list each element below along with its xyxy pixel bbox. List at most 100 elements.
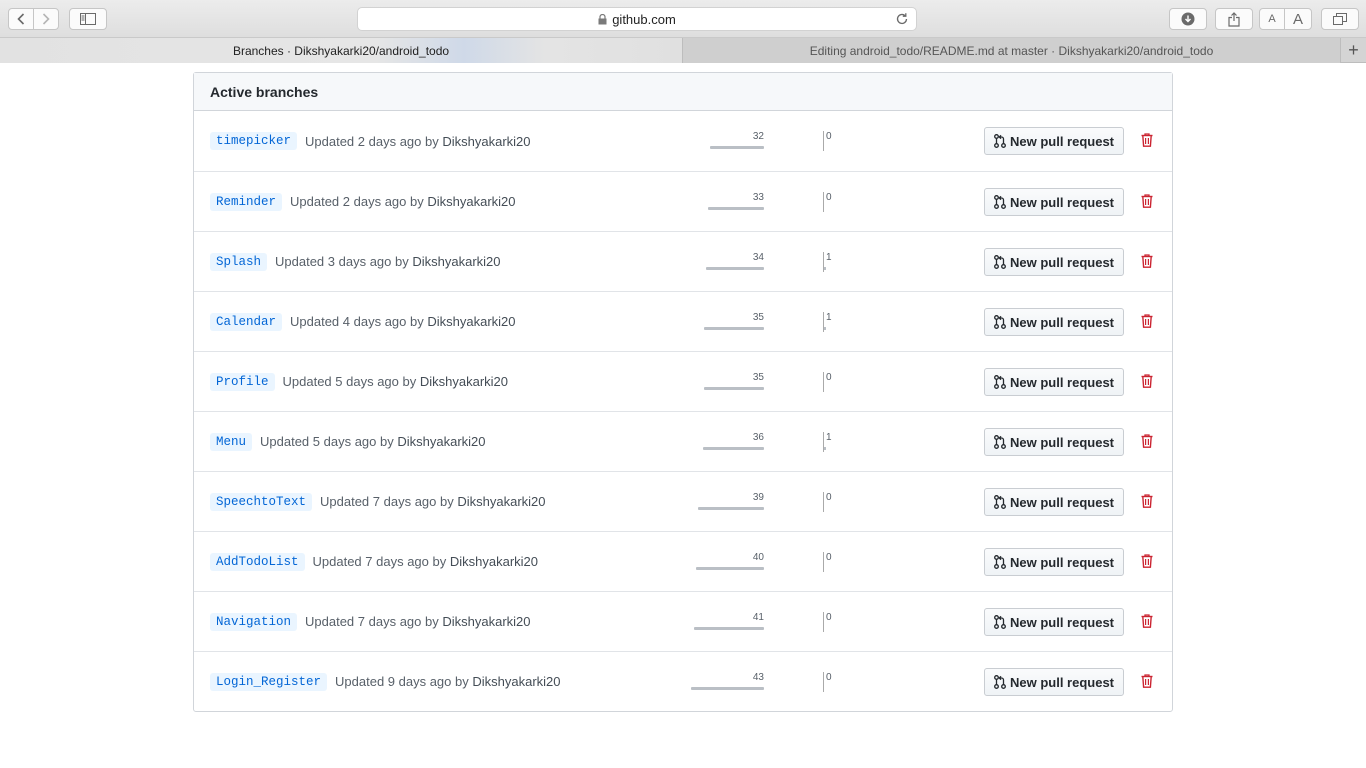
behind-count: 41 [752,612,764,623]
behind-bar [703,447,764,450]
branch-row: Profile Updated 5 days ago by Dikshyakark… [194,351,1172,411]
branch-name-link[interactable]: Menu [210,432,253,451]
branch-name-link[interactable]: Calendar [210,312,283,331]
forward-button[interactable] [33,8,59,30]
updated-time: Updated 3 days ago by [275,254,409,269]
new-pull-request-button[interactable]: New pull request [984,308,1124,336]
tab-overview-button[interactable] [1321,8,1359,30]
branch-row: timepicker Updated 2 days ago by Dikshyak… [194,111,1172,171]
branch-row: Menu Updated 5 days ago by Dikshyakarki20… [194,411,1172,471]
ahead-behind-graph: 32 0 [710,121,834,161]
delete-branch-button[interactable] [1141,194,1155,210]
new-pull-request-button[interactable]: New pull request [984,548,1124,576]
delete-branch-button[interactable] [1141,374,1155,390]
text-smaller-button[interactable]: A [1259,8,1285,30]
updated-time: Updated 9 days ago by [335,674,469,689]
new-pull-request-button[interactable]: New pull request [984,608,1124,636]
author-link[interactable]: Dikshyakarki20 [397,434,485,449]
author-link[interactable]: Dikshyakarki20 [420,374,508,389]
lock-icon [598,13,607,24]
new-tab-button[interactable]: + [1340,38,1366,63]
graph-divider [823,492,824,512]
new-pull-request-button[interactable]: New pull request [984,127,1124,155]
sidebar-toggle-button[interactable] [69,8,107,30]
graph-divider [823,612,824,632]
active-branches-box: Active branches timepicker Updated 2 days… [193,72,1173,712]
delete-branch-button[interactable] [1141,133,1155,149]
delete-branch-button[interactable] [1141,674,1155,690]
ahead-count: 1 [826,312,832,323]
trash-icon [1141,674,1153,688]
trash-icon [1141,554,1153,568]
new-pull-request-button[interactable]: New pull request [984,428,1124,456]
graph-divider [823,192,824,212]
trash-icon [1141,494,1153,508]
delete-branch-button[interactable] [1141,554,1155,570]
new-pull-request-button[interactable]: New pull request [984,248,1124,276]
chevron-right-icon [42,13,50,25]
new-pull-request-label: New pull request [1009,674,1115,690]
delete-branch-button[interactable] [1141,434,1155,450]
branch-name-link[interactable]: Profile [210,372,275,391]
branch-name-link[interactable]: Splash [210,252,268,271]
ahead-count: 0 [826,492,832,503]
branch-updated-text: Updated 5 days ago by Dikshyakarki20 [260,434,486,449]
branch-name-link[interactable]: AddTodoList [210,552,305,571]
behind-bar [698,507,764,510]
trash-icon [1141,374,1153,388]
text-larger-button[interactable]: A [1284,8,1312,30]
git-pull-request-icon [994,615,1006,629]
ahead-count: 0 [826,192,832,203]
download-icon [1181,12,1195,26]
branch-row: Calendar Updated 4 days ago by Dikshyakar… [194,291,1172,351]
branch-name-link[interactable]: Reminder [210,192,283,211]
downloads-button[interactable] [1169,8,1207,30]
tabs-icon [1333,13,1347,25]
branch-name-link[interactable]: Login_Register [210,672,328,691]
reload-icon[interactable] [895,11,909,27]
delete-branch-button[interactable] [1141,254,1155,270]
author-link[interactable]: Dikshyakarki20 [450,554,538,569]
text-smaller-label: A [1268,13,1276,25]
new-pull-request-button[interactable]: New pull request [984,488,1124,516]
sidebar-icon [80,13,96,25]
branch-name-link[interactable]: Navigation [210,612,298,631]
ahead-behind-graph: 39 0 [698,482,834,522]
delete-branch-button[interactable] [1141,314,1155,330]
branch-name-link[interactable]: timepicker [210,132,298,150]
tab-branches[interactable]: Branches · Dikshyakarki20/android_todo [0,38,683,63]
updated-time: Updated 5 days ago by [260,434,394,449]
ahead-behind-graph: 40 0 [696,542,834,582]
behind-bar [696,567,764,570]
back-button[interactable] [8,8,34,30]
trash-icon [1141,254,1153,268]
url-text: github.com [612,11,676,27]
ahead-count: 1 [826,432,832,443]
new-pull-request-button[interactable]: New pull request [984,668,1124,696]
updated-time: Updated 5 days ago by [282,374,417,389]
new-pull-request-button[interactable]: New pull request [984,188,1124,216]
tab-editing-readme[interactable]: Editing android_todo/README.md at master… [683,38,1340,63]
behind-bar [694,627,764,630]
author-link[interactable]: Dikshyakarki20 [442,134,530,149]
tab-bar: Branches · Dikshyakarki20/android_todo E… [0,38,1366,63]
author-link[interactable]: Dikshyakarki20 [457,494,545,509]
share-button[interactable] [1215,8,1253,30]
delete-branch-button[interactable] [1141,614,1155,630]
author-link[interactable]: Dikshyakarki20 [472,674,560,689]
new-pull-request-label: New pull request [1009,314,1115,330]
new-pull-request-label: New pull request [1009,374,1115,390]
address-bar[interactable]: github.com [357,7,917,31]
author-link[interactable]: Dikshyakarki20 [412,254,500,269]
delete-branch-button[interactable] [1141,494,1155,510]
author-link[interactable]: Dikshyakarki20 [427,314,515,329]
author-link[interactable]: Dikshyakarki20 [427,194,515,209]
graph-divider [823,552,824,572]
behind-bar [708,207,764,210]
new-pull-request-button[interactable]: New pull request [984,368,1124,396]
branch-name-link[interactable]: SpeechtoText [210,492,313,511]
author-link[interactable]: Dikshyakarki20 [442,614,530,629]
new-pull-request-label: New pull request [1009,554,1115,570]
behind-count: 35 [752,372,764,383]
behind-bar [710,146,764,149]
